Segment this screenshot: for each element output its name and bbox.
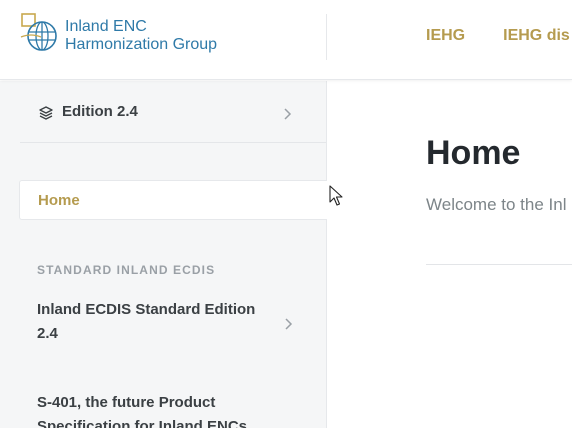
logo-wordmark: Inland ENC Harmonization Group bbox=[65, 18, 217, 54]
sidebar-item-s401[interactable]: S-401, the future Product Specification … bbox=[37, 391, 267, 428]
edition-selector[interactable]: Edition 2.4 bbox=[20, 81, 326, 143]
chevron-right-icon bbox=[284, 108, 292, 120]
sidebar-item-home[interactable]: Home bbox=[19, 180, 327, 220]
header-divider bbox=[326, 14, 327, 60]
edition-label: Edition 2.4 bbox=[62, 103, 138, 120]
site-header: Inland ENC Harmonization Group IEHG IEHG… bbox=[0, 0, 572, 80]
chevron-right-icon[interactable] bbox=[283, 317, 293, 331]
sidebar-section-title: STANDARD INLAND ECDIS bbox=[37, 263, 216, 277]
sidebar: Edition 2.4 Home STANDARD INLAND ECDIS I… bbox=[0, 81, 327, 428]
welcome-text: Welcome to the Inl bbox=[426, 195, 567, 214]
logo-line-1: Inland ENC bbox=[65, 18, 147, 35]
sidebar-item-home-label: Home bbox=[38, 192, 80, 209]
layers-icon bbox=[39, 106, 53, 120]
logo-line-2: Harmonization Group bbox=[65, 36, 218, 53]
globe-logo-icon bbox=[20, 13, 57, 51]
site-logo[interactable]: Inland ENC Harmonization Group bbox=[19, 13, 239, 61]
nav-item-iehg-dis[interactable]: IEHG dis bbox=[503, 27, 570, 45]
nav-item-iehg[interactable]: IEHG bbox=[426, 27, 465, 45]
page-title: Home bbox=[426, 134, 521, 172]
sidebar-item-inland-ecdis-standard[interactable]: Inland ECDIS Standard Edition 2.4 bbox=[37, 298, 267, 346]
content-divider bbox=[426, 264, 572, 265]
mouse-cursor-icon bbox=[329, 185, 343, 206]
top-nav: IEHG IEHG dis bbox=[426, 27, 570, 45]
